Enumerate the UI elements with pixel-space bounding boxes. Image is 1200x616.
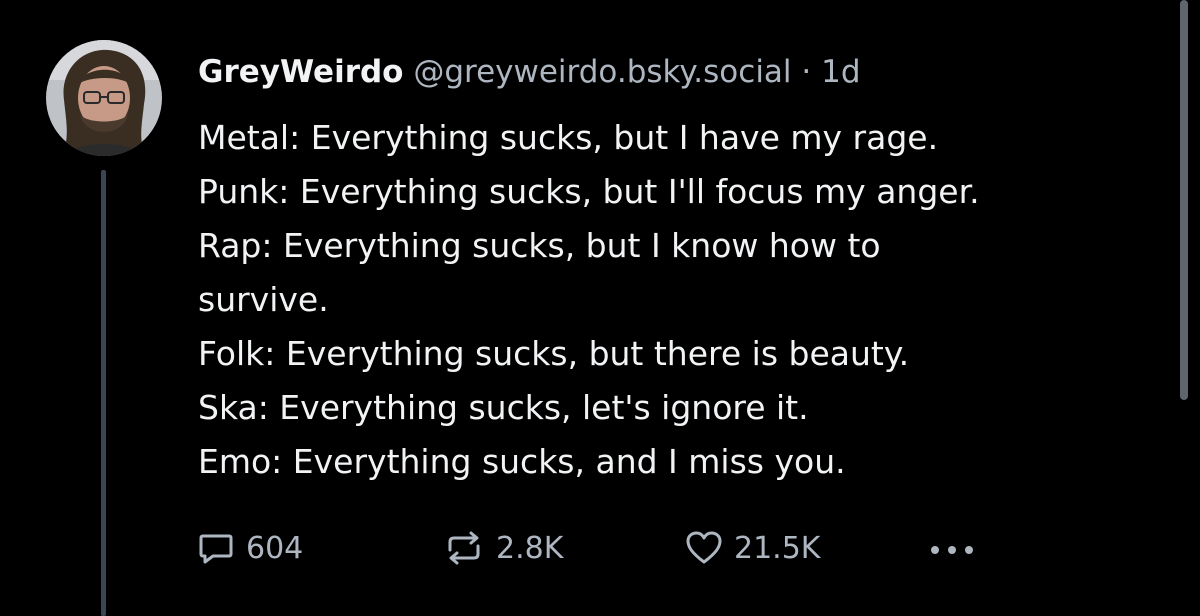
post-card[interactable]: GreyWeirdo @greyweirdo.bsky.social · 1d … [0,0,1200,616]
post-actions: 604 2.8K 21.5K [0,520,1200,576]
display-name[interactable]: GreyWeirdo [198,54,403,90]
post-text-line: survive. [198,280,329,319]
post-text-line: Rap: Everything sucks, but I know how to [198,226,881,265]
header-separator: · [801,54,812,90]
more-dots-icon [926,528,978,568]
repost-button[interactable]: 2.8K [442,520,563,576]
scrollbar[interactable] [1180,0,1188,400]
more-options-button[interactable] [926,520,988,576]
heart-icon [684,528,724,568]
post-text-line: Ska: Everything sucks, let's ignore it. [198,388,809,427]
repost-icon [442,528,486,568]
post-text-line: Folk: Everything sucks, but there is bea… [198,334,910,373]
like-button[interactable]: 21.5K [684,520,820,576]
avatar[interactable] [46,40,162,156]
avatar-image [46,40,162,156]
post-text-line: Emo: Everything sucks, and I miss you. [198,442,846,481]
reply-button[interactable]: 604 [196,520,303,576]
post-text: Metal: Everything sucks, but I have my r… [198,111,1158,489]
comment-icon [196,528,236,568]
author-handle[interactable]: @greyweirdo.bsky.social [413,54,791,90]
post-text-line: Punk: Everything sucks, but I'll focus m… [198,172,980,211]
post-timestamp[interactable]: 1d [821,54,860,90]
repost-count: 2.8K [496,530,564,566]
reply-count: 604 [246,530,304,566]
like-count: 21.5K [734,530,821,566]
post-text-line: Metal: Everything sucks, but I have my r… [198,118,939,157]
post-header: GreyWeirdo @greyweirdo.bsky.social · 1d [198,52,861,92]
